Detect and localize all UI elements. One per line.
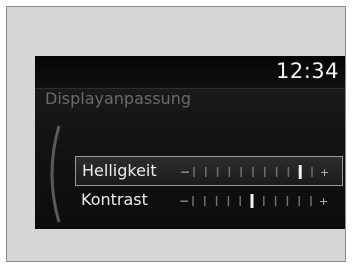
setting-row-brightness[interactable]: Helligkeit − + xyxy=(75,156,343,186)
slider-tick xyxy=(205,167,207,177)
contrast-slider[interactable]: − + xyxy=(179,193,329,209)
plus-icon[interactable]: + xyxy=(319,195,328,208)
slider-tick xyxy=(310,196,312,206)
settings-list: Helligkeit − + Kontrast − + xyxy=(75,156,343,216)
screenshot-frame: 12:34 Displayanpassung Helligkeit − + Kon… xyxy=(6,6,346,262)
minus-icon[interactable]: − xyxy=(179,194,189,208)
slider-tick xyxy=(240,167,242,177)
slider-tick xyxy=(192,196,194,206)
page-title: Displayanpassung xyxy=(45,89,191,108)
slider-tick xyxy=(228,167,231,177)
display-screen: 12:34 Displayanpassung Helligkeit − + Kon… xyxy=(35,56,345,229)
setting-row-contrast[interactable]: Kontrast − + xyxy=(75,186,343,216)
slider-tick xyxy=(193,167,195,177)
status-bar: 12:34 xyxy=(35,56,345,89)
slider-level-marker xyxy=(250,194,254,208)
brightness-slider[interactable]: − + xyxy=(180,164,330,180)
setting-label: Helligkeit xyxy=(82,161,157,180)
slider-tick xyxy=(215,196,218,206)
slider-tick xyxy=(274,196,277,206)
scroll-arc-indicator xyxy=(50,125,61,223)
slider-tick xyxy=(275,167,278,177)
plus-icon[interactable]: + xyxy=(320,166,329,179)
slider-tick xyxy=(311,167,313,177)
minus-icon[interactable]: − xyxy=(180,165,190,179)
slider-tick xyxy=(204,196,206,206)
slider-tick xyxy=(216,167,219,177)
slider-tick xyxy=(264,167,266,177)
slider-tick xyxy=(287,167,290,177)
slider-tick xyxy=(252,167,254,177)
slider-graphic: − + xyxy=(180,165,329,179)
slider-level-marker xyxy=(298,165,302,179)
setting-label: Kontrast xyxy=(81,190,148,209)
slider-tick xyxy=(263,196,265,206)
slider-graphic: − + xyxy=(179,194,328,208)
clock: 12:34 xyxy=(275,59,339,83)
slider-tick xyxy=(227,196,230,206)
slider-tick xyxy=(298,196,300,206)
slider-tick xyxy=(286,196,289,206)
slider-tick xyxy=(239,196,241,206)
